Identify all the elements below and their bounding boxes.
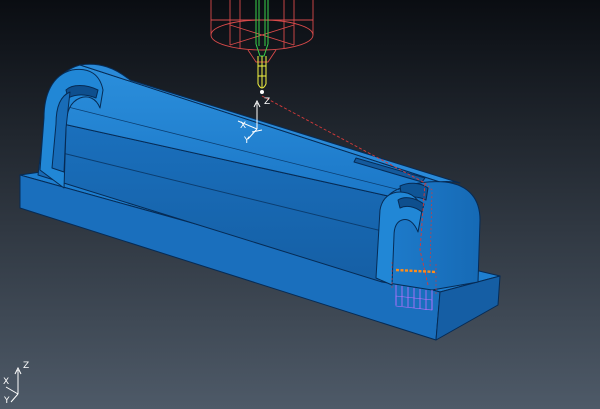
workplane-y-label: Y (243, 136, 250, 146)
workplane-z-label: Z (264, 97, 270, 107)
world-z-label: Z (23, 361, 29, 371)
3d-scene[interactable]: Z X Y Z X Y (0, 0, 600, 409)
tool-tip-point (260, 90, 264, 94)
world-y-label: Y (3, 396, 10, 406)
cad-viewport[interactable]: Z X Y Z X Y (0, 0, 600, 409)
world-x-label: X (3, 377, 9, 387)
workplane-x-label: X (240, 121, 246, 131)
